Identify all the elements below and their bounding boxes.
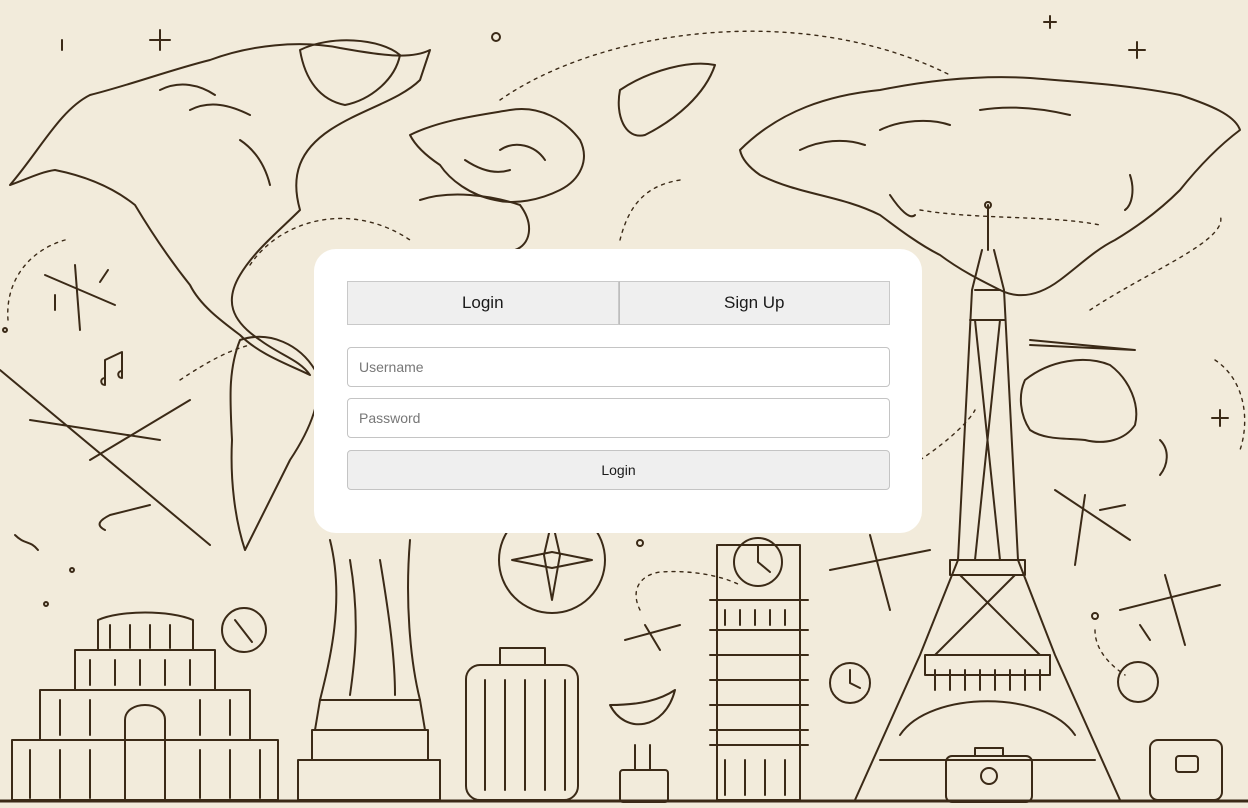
colosseum-icon <box>11 611 279 801</box>
auth-card: Login Sign Up Login <box>314 249 922 533</box>
big-ben-icon <box>709 537 809 801</box>
login-button[interactable]: Login <box>347 450 890 490</box>
tab-sign-up[interactable]: Sign Up <box>618 281 890 325</box>
suitcase-icon <box>465 647 1223 803</box>
tab-login[interactable]: Login <box>347 281 619 325</box>
password-input[interactable] <box>347 398 890 438</box>
username-input[interactable] <box>347 347 890 387</box>
statue-of-liberty-icon <box>297 539 441 801</box>
auth-tabs: Login Sign Up <box>347 281 890 325</box>
